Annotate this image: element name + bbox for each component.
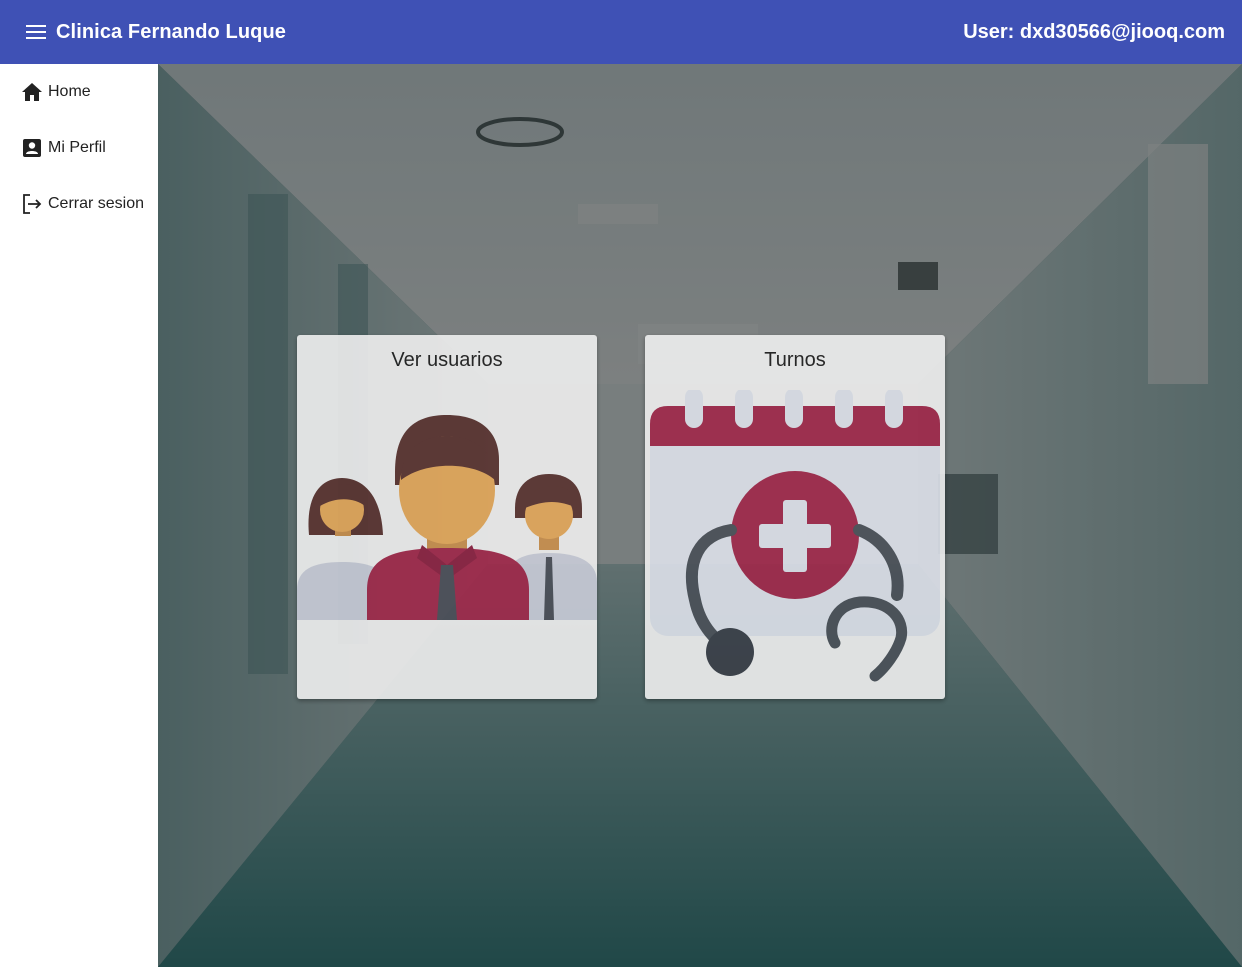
sidebar-item-label: Cerrar sesion [48, 195, 145, 212]
calendar-medical-icon [650, 390, 940, 682]
sidebar-item-cerrar-sesion[interactable]: Cerrar sesion [0, 176, 158, 232]
logout-icon [21, 193, 43, 215]
card-title: Turnos [764, 349, 826, 371]
app-title: Clinica Fernando Luque [56, 20, 286, 43]
account-box-icon [21, 137, 43, 159]
card-title: Ver usuarios [391, 349, 503, 371]
home-icon [21, 81, 43, 103]
menu-icon[interactable] [24, 20, 48, 44]
card-ver-usuarios[interactable]: Ver usuarios [297, 335, 597, 699]
sidebar: Home Mi Perfil Cerrar sesion [0, 64, 158, 967]
sidebar-item-label: Home [48, 83, 91, 100]
card-turnos[interactable]: Turnos [645, 335, 945, 699]
user-label: User: dxd30566@jiooq.com [963, 20, 1225, 43]
main-content: Ver usuarios Turnos [158, 64, 1242, 967]
sidebar-item-mi-perfil[interactable]: Mi Perfil [0, 120, 158, 176]
app-toolbar: Clinica Fernando Luque User: dxd30566@ji… [0, 0, 1242, 64]
sidebar-item-label: Mi Perfil [48, 139, 106, 156]
toolbar-left: Clinica Fernando Luque [24, 20, 286, 44]
sidebar-item-home[interactable]: Home [0, 64, 158, 120]
users-group-icon [297, 415, 597, 620]
